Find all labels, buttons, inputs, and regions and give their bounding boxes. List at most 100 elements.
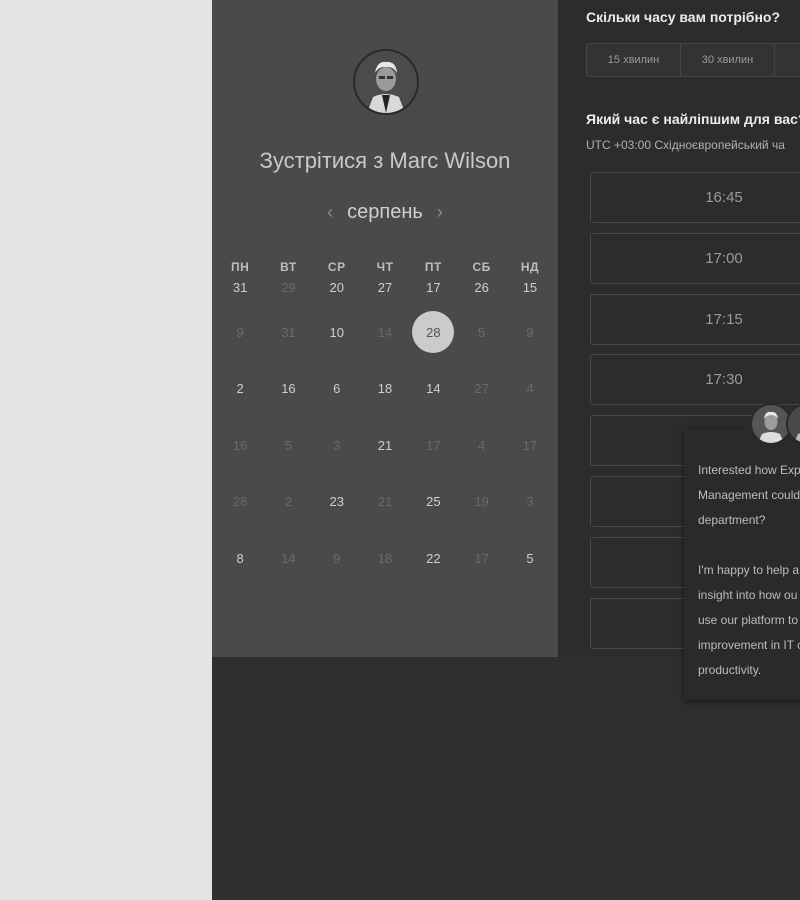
calendar-day[interactable]: 14 bbox=[409, 361, 457, 418]
calendar-day[interactable]: 31 bbox=[264, 304, 312, 361]
chat-agent-avatars bbox=[750, 403, 800, 453]
calendar-day[interactable]: 19 bbox=[457, 474, 505, 531]
calendar-day-number: 19 bbox=[474, 494, 489, 510]
person-portrait-icon bbox=[752, 405, 790, 443]
calendar-day[interactable]: 25 bbox=[409, 474, 457, 531]
duration-option-more[interactable] bbox=[775, 44, 800, 76]
calendar-day-number: 15 bbox=[522, 280, 538, 295]
calendar-day[interactable]: 20 bbox=[313, 280, 361, 304]
calendar-day-number: 25 bbox=[426, 494, 441, 510]
calendar-day-number: 17 bbox=[426, 280, 441, 295]
calendar-day[interactable]: 23 bbox=[313, 474, 361, 531]
calendar-day-selected[interactable]: 28 bbox=[409, 304, 457, 361]
host-avatar bbox=[353, 49, 419, 115]
scheduler-widget: Зустрітися з Marc Wilson ‹ серпень › ПН … bbox=[212, 0, 800, 900]
calendar-day-number: 5 bbox=[284, 437, 293, 453]
weekday-label: НД bbox=[520, 260, 540, 274]
calendar-day[interactable]: 14 bbox=[264, 530, 312, 587]
chat-line: Management could bbox=[698, 488, 800, 502]
calendar-day[interactable]: 3 bbox=[313, 417, 361, 474]
calendar-day[interactable]: 10 bbox=[313, 304, 361, 361]
calendar-day-number: 14 bbox=[377, 324, 393, 340]
calendar-day[interactable]: 17 bbox=[506, 417, 554, 474]
calendar-day[interactable]: 29 bbox=[264, 280, 312, 304]
calendar-day[interactable]: 31 bbox=[216, 280, 264, 304]
time-slot-label: 17:00 bbox=[705, 250, 743, 267]
calendar-day[interactable]: 2 bbox=[216, 361, 264, 418]
calendar-day-number: 16 bbox=[232, 437, 248, 453]
calendar-day[interactable]: 9 bbox=[506, 304, 554, 361]
calendar-day-number: 9 bbox=[526, 324, 534, 340]
calendar-day[interactable]: 8 bbox=[216, 530, 264, 587]
calendar-day[interactable]: 27 bbox=[361, 280, 409, 304]
calendar-day-number: 4 bbox=[478, 437, 486, 453]
calendar-day-number: 31 bbox=[232, 280, 248, 295]
calendar-day[interactable]: 27 bbox=[457, 361, 505, 418]
calendar-day-number: 22 bbox=[426, 550, 441, 566]
calendar-day-number: 9 bbox=[333, 550, 341, 566]
calendar-grid: 31 29 20 27 17 26 15 9 31 10 14 28 5 9 2 16 6 18 14 27 4 16 5 3… bbox=[216, 280, 554, 587]
time-slot[interactable]: 16:45 bbox=[590, 172, 800, 223]
calendar-day[interactable]: 16 bbox=[216, 417, 264, 474]
chat-message-popup[interactable]: Interested how Exp Management could depa… bbox=[684, 429, 800, 700]
calendar-day-number: 28 bbox=[232, 494, 248, 510]
calendar-day-number: 29 bbox=[281, 280, 296, 295]
calendar-day-number: 10 bbox=[329, 324, 344, 340]
calendar-day[interactable]: 15 bbox=[506, 280, 554, 304]
weekday-label: СР bbox=[327, 260, 346, 274]
calendar-day-number: 2 bbox=[284, 494, 293, 510]
chat-line: department? bbox=[698, 513, 766, 527]
calendar-day[interactable]: 5 bbox=[506, 530, 554, 587]
calendar-day[interactable]: 14 bbox=[361, 304, 409, 361]
calendar-day[interactable]: 9 bbox=[313, 530, 361, 587]
calendar-day-number: 28 bbox=[412, 311, 455, 354]
calendar-day-number: 17 bbox=[474, 550, 489, 566]
month-label: серпень bbox=[347, 200, 423, 223]
calendar-day[interactable]: 21 bbox=[361, 474, 409, 531]
calendar-day-number: 23 bbox=[329, 494, 344, 510]
chat-line: improvement in IT c bbox=[698, 638, 800, 652]
calendar-day-number: 27 bbox=[474, 381, 489, 397]
calendar-day[interactable]: 5 bbox=[457, 304, 505, 361]
weekday-label: ВТ bbox=[280, 260, 297, 274]
calendar-day-number: 5 bbox=[526, 550, 534, 566]
calendar-day[interactable]: 17 bbox=[409, 280, 457, 304]
calendar-day[interactable]: 21 bbox=[361, 417, 409, 474]
timezone-label[interactable]: UTC +03:00 Східноєвропейський ча bbox=[586, 138, 785, 152]
calendar-day[interactable]: 4 bbox=[506, 361, 554, 418]
chat-line: productivity. bbox=[698, 663, 762, 677]
calendar-day[interactable]: 17 bbox=[409, 417, 457, 474]
calendar-day[interactable]: 6 bbox=[313, 361, 361, 418]
time-slot[interactable]: 17:00 bbox=[590, 233, 800, 284]
next-month-icon[interactable]: › bbox=[437, 202, 443, 223]
person-portrait-icon bbox=[788, 405, 800, 443]
prev-month-icon[interactable]: ‹ bbox=[327, 202, 333, 223]
calendar-day[interactable]: 3 bbox=[506, 474, 554, 531]
calendar-day-number: 17 bbox=[522, 437, 538, 453]
calendar-day[interactable]: 22 bbox=[409, 530, 457, 587]
calendar-day[interactable]: 18 bbox=[361, 530, 409, 587]
calendar-day-number: 2 bbox=[236, 381, 244, 397]
chat-line: insight into how ou bbox=[698, 588, 798, 602]
calendar-day[interactable]: 18 bbox=[361, 361, 409, 418]
duration-selector: 15 хвилин 30 хвилин bbox=[586, 43, 800, 77]
calendar-day[interactable]: 2 bbox=[264, 474, 312, 531]
calendar-day[interactable]: 28 bbox=[216, 474, 264, 531]
calendar-day[interactable]: 16 bbox=[264, 361, 312, 418]
time-slot[interactable]: 17:15 bbox=[590, 294, 800, 345]
calendar-day[interactable]: 9 bbox=[216, 304, 264, 361]
duration-option-30[interactable]: 30 хвилин bbox=[681, 44, 775, 76]
chat-line: I'm happy to help a bbox=[698, 563, 800, 577]
calendar-day-number: 21 bbox=[377, 494, 393, 510]
calendar-day[interactable]: 26 bbox=[457, 280, 505, 304]
calendar-day-number: 31 bbox=[281, 324, 296, 340]
calendar-day[interactable]: 4 bbox=[457, 417, 505, 474]
duration-option-15[interactable]: 15 хвилин bbox=[587, 44, 681, 76]
time-slot-label: 17:30 bbox=[705, 371, 743, 388]
time-slot[interactable]: 17:30 bbox=[590, 354, 800, 405]
calendar-day[interactable]: 17 bbox=[457, 530, 505, 587]
month-navigation: ‹ серпень › bbox=[212, 199, 558, 225]
calendar-day-number: 8 bbox=[236, 550, 244, 566]
calendar-day-number: 17 bbox=[426, 437, 441, 453]
calendar-day[interactable]: 5 bbox=[264, 417, 312, 474]
